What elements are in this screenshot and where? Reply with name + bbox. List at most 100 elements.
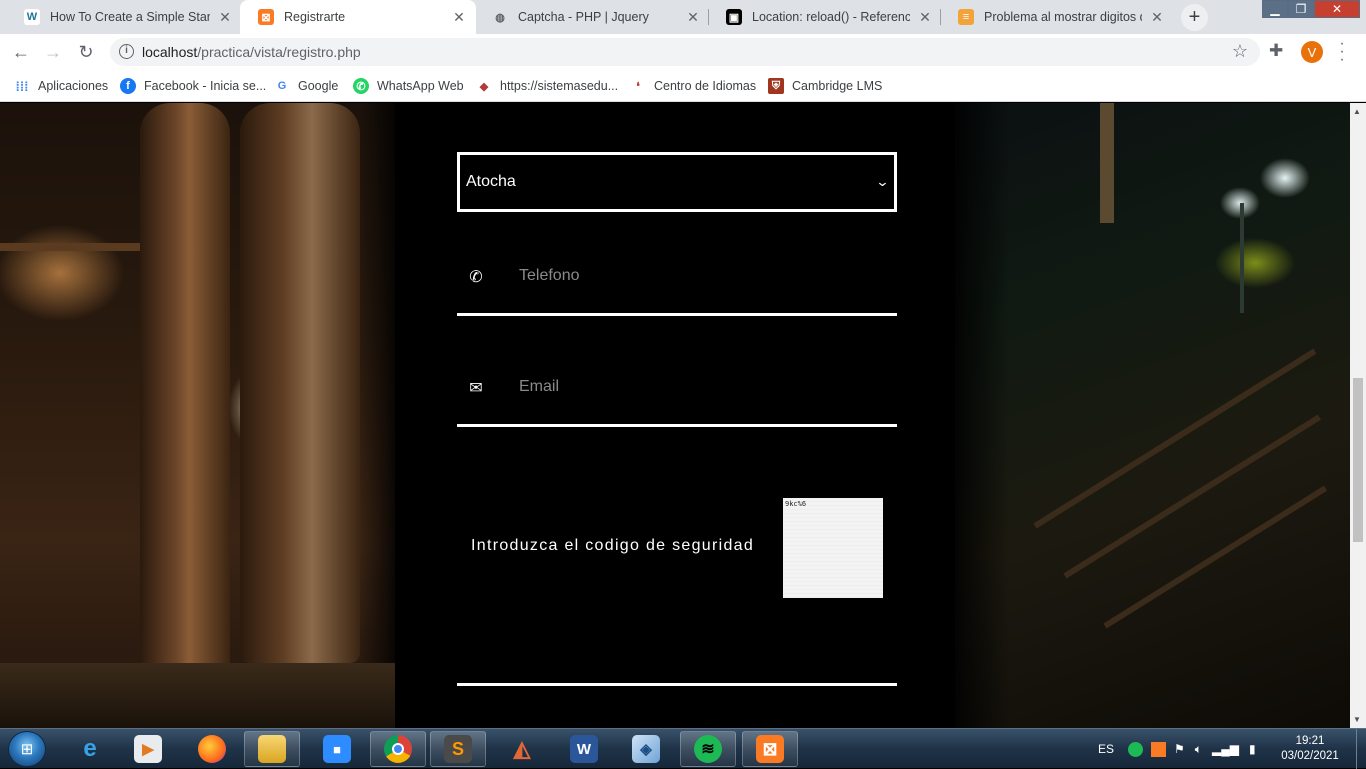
close-window-button[interactable]: ✕	[1314, 0, 1360, 18]
taskbar-virtualbox[interactable]: ◈	[618, 731, 674, 767]
stair-rail	[1103, 485, 1328, 629]
zoom-video-icon: ■	[323, 735, 351, 763]
xampp-icon: ⊠	[756, 735, 784, 763]
bookmark-facebook[interactable]: f Facebook - Inicia se...	[120, 76, 266, 96]
maximize-button[interactable]: ❐	[1288, 0, 1314, 18]
network-icon[interactable]: ▂▄▆	[1212, 742, 1239, 756]
xampp-icon: ⊠	[258, 9, 274, 25]
taskbar-xampp[interactable]: ⊠	[742, 731, 798, 767]
profile-avatar[interactable]: V	[1301, 41, 1323, 63]
url-text[interactable]: localhost/practica/vista/registro.php	[142, 44, 361, 60]
taskbar-file-explorer[interactable]	[244, 731, 300, 767]
bookmark-google[interactable]: G Google	[274, 76, 339, 96]
spotify-tray-icon[interactable]	[1128, 741, 1143, 757]
scroll-down-arrow-icon[interactable]: ▼	[1353, 715, 1361, 724]
stair-rail	[1033, 348, 1317, 529]
tab-star-rating[interactable]: W How To Create a Simple Star Ra ✕	[6, 0, 242, 34]
taskbar-internet-explorer[interactable]: e	[62, 731, 118, 767]
reload-icon[interactable]: ↻	[74, 40, 98, 64]
tab-title: Registrarte	[284, 10, 346, 24]
windows-taskbar: ⊞ e ▶ ■ S ◭ W ◈ ≋ ⊠ ES ⚑ 🔈︎ ▂▄▆ ▮ 19:21 …	[0, 728, 1366, 769]
virtualbox-icon: ◈	[632, 735, 660, 763]
taskbar-media-player[interactable]: ▶	[120, 731, 176, 767]
page-viewport: Atocha ⌄ ✆ ✉ Introduzca el codigo de seg…	[0, 103, 1366, 728]
registration-form-panel: Atocha ⌄ ✆ ✉ Introduzca el codigo de seg…	[395, 103, 955, 728]
bookmarks-bar: ⁞⁞⁞ Aplicaciones f Facebook - Inicia se.…	[0, 70, 1366, 102]
envelope-icon: ✉	[469, 380, 483, 397]
media-player-icon: ▶	[134, 735, 162, 763]
tab-registrarte[interactable]: ⊠ Registrarte ✕	[240, 0, 476, 34]
bookmark-label: Aplicaciones	[38, 79, 109, 93]
xampp-tray-icon[interactable]	[1151, 741, 1166, 757]
clock-date: 03/02/2021	[1281, 750, 1339, 762]
taskbar-chrome[interactable]	[370, 731, 426, 767]
tab-problema-digitos[interactable]: ≡ Problema al mostrar digitos de ✕	[940, 0, 1174, 34]
word-icon: W	[570, 735, 598, 763]
email-input[interactable]	[519, 375, 879, 399]
info-icon[interactable]: i	[119, 44, 134, 59]
page-scrollbar[interactable]: ▲ ▼	[1350, 103, 1366, 728]
flag-icon[interactable]: ⚑	[1174, 742, 1185, 756]
bookmark-cambridge[interactable]: ⛨ Cambridge LMS	[768, 76, 882, 96]
tab-title: Problema al mostrar digitos de	[984, 10, 1142, 24]
tree-trunk-left	[140, 103, 230, 673]
bookmark-sistemasedu[interactable]: ◆ https://sistemasedu...	[476, 76, 618, 96]
chevron-down-icon: ⌄	[875, 174, 890, 189]
browser-toolbar: ← → ↻ i localhost/practica/vista/registr…	[0, 34, 1366, 70]
close-icon[interactable]: ✕	[218, 9, 232, 26]
clock[interactable]: 19:21 03/02/2021	[1280, 734, 1340, 764]
palm-trunk	[1100, 103, 1114, 223]
url-path: /practica/vista/registro.php	[197, 44, 361, 60]
bookmark-aplicaciones[interactable]: ⁞⁞⁞ Aplicaciones	[14, 76, 109, 96]
bookmark-centro-idiomas[interactable]: ❛ Centro de Idiomas	[630, 76, 756, 96]
scrollbar-thumb[interactable]	[1353, 378, 1363, 542]
new-tab-button[interactable]: +	[1181, 4, 1208, 31]
back-arrow-icon[interactable]: ←	[9, 40, 33, 64]
bookmark-label: Google	[298, 79, 339, 93]
show-desktop-button[interactable]	[1356, 729, 1366, 769]
bookmark-label: Centro de Idiomas	[654, 79, 757, 93]
tab-captcha[interactable]: ◍ Captcha - PHP | Jquery ✕	[474, 0, 710, 34]
extensions-puzzle-icon[interactable]: ✚	[1269, 41, 1283, 61]
facebook-icon: f	[120, 78, 136, 94]
taskbar-matlab[interactable]: ◭	[494, 731, 550, 767]
window-controls: ▁ ❐ ✕	[1262, 0, 1360, 18]
phone-input[interactable]	[519, 264, 879, 288]
phone-icon: ✆	[469, 269, 483, 286]
power-icon[interactable]: ▮	[1249, 742, 1256, 756]
close-icon[interactable]: ✕	[452, 9, 466, 26]
firefox-icon	[198, 735, 226, 763]
bookmark-label: https://sistemasedu...	[500, 79, 619, 93]
taskbar-word[interactable]: W	[556, 731, 612, 767]
language-indicator[interactable]: ES	[1098, 729, 1114, 769]
close-icon[interactable]: ✕	[918, 9, 932, 26]
taskbar-spotify[interactable]: ≋	[680, 731, 736, 767]
tab-location-reload[interactable]: ▣ Location: reload() - Referencia d ✕	[708, 0, 942, 34]
menu-dots-icon[interactable]: · · ·	[1337, 36, 1347, 68]
taskbar-zoom[interactable]: ■	[309, 731, 365, 767]
volume-icon[interactable]: 🔈︎	[1195, 742, 1202, 757]
bookmark-star-icon[interactable]: ☆	[1232, 41, 1248, 62]
bookmark-whatsapp[interactable]: ✆ WhatsApp Web	[353, 76, 464, 96]
stair-rail	[1063, 414, 1322, 579]
close-icon[interactable]: ✕	[1150, 9, 1164, 26]
forward-arrow-icon[interactable]: →	[41, 40, 65, 64]
station-select[interactable]: Atocha ⌄	[457, 152, 897, 212]
captcha-label: Introduzca el codigo de seguridad	[471, 537, 755, 554]
stackoverflow-es-icon: ≡	[958, 9, 974, 25]
taskbar-firefox[interactable]	[184, 731, 240, 767]
captcha-image[interactable]: 9kc%6	[783, 498, 883, 598]
captcha-input-underline[interactable]	[457, 678, 897, 686]
start-button[interactable]: ⊞	[8, 731, 46, 767]
spotify-icon: ≋	[694, 735, 722, 763]
w-icon: W	[24, 9, 40, 25]
tree-trunk-right	[240, 103, 360, 663]
close-icon[interactable]: ✕	[686, 9, 700, 26]
taskbar-sublime-text[interactable]: S	[430, 731, 486, 767]
folder-icon	[258, 735, 286, 763]
cambridge-icon: ⛨	[768, 78, 784, 94]
matlab-icon: ◭	[513, 736, 531, 761]
minimize-button[interactable]: ▁	[1262, 0, 1288, 18]
address-bar[interactable]: i localhost/practica/vista/registro.php …	[110, 38, 1260, 66]
scroll-up-arrow-icon[interactable]: ▲	[1353, 107, 1361, 116]
